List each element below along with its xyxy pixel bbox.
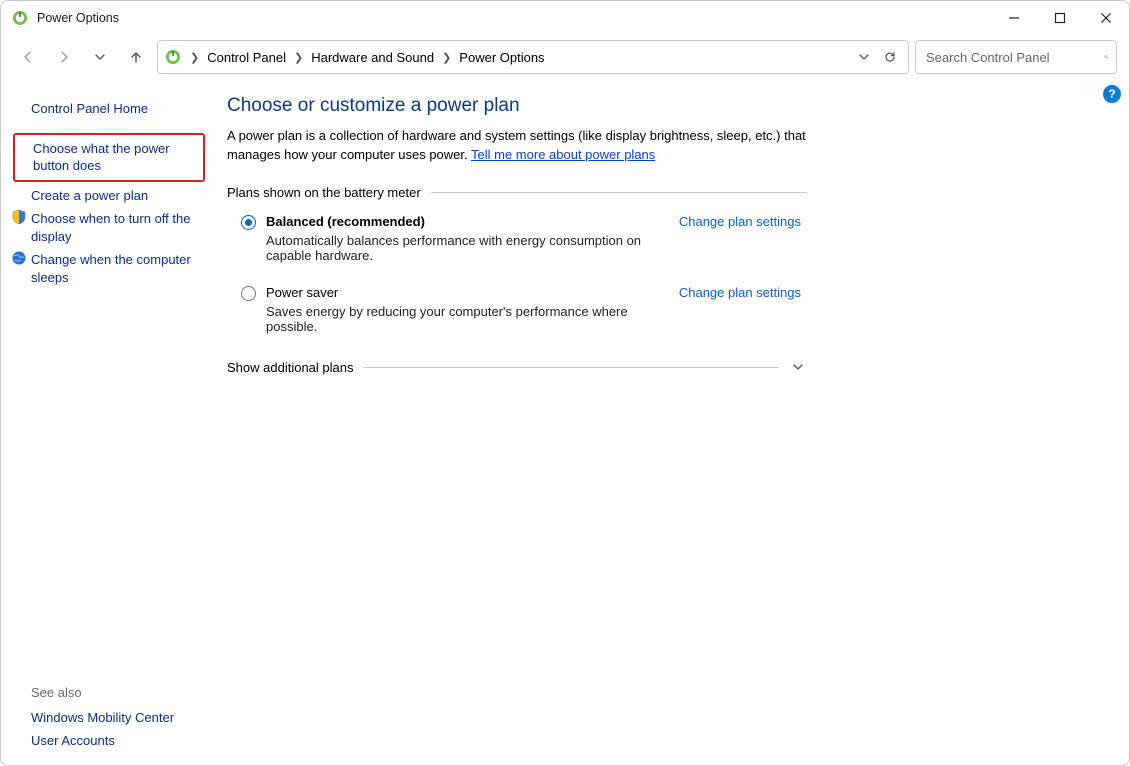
divider [431, 192, 807, 193]
breadcrumb-leaf[interactable]: Power Options [455, 50, 548, 65]
window-controls [991, 1, 1129, 35]
see-also-user-accounts[interactable]: User Accounts [13, 729, 211, 753]
search-box[interactable] [915, 40, 1117, 74]
sidebar-item-label: Change when the computer sleeps [31, 252, 191, 285]
plan-radio-balanced[interactable] [241, 215, 256, 230]
nav-recent-button[interactable] [85, 42, 115, 72]
breadcrumb-mid[interactable]: Hardware and Sound [307, 50, 438, 65]
power-options-icon [164, 48, 182, 66]
change-plan-settings-link[interactable]: Change plan settings [679, 214, 801, 229]
breadcrumb-separator[interactable]: ❯ [440, 51, 453, 64]
plan-name[interactable]: Balanced (recommended) [266, 214, 661, 229]
sidebar-item-label: Choose when to turn off the display [31, 211, 190, 244]
shield-icon [11, 209, 27, 225]
sidebar-home-link[interactable]: Control Panel Home [13, 97, 211, 121]
breadcrumb-separator[interactable]: ❯ [292, 51, 305, 64]
nav-back-button[interactable] [13, 42, 43, 72]
breadcrumb-root[interactable]: Control Panel [203, 50, 290, 65]
address-bar[interactable]: ❯ Control Panel ❯ Hardware and Sound ❯ P… [157, 40, 909, 74]
plan-radio-power-saver[interactable] [241, 286, 256, 301]
divider [363, 367, 779, 368]
plan-description: Saves energy by reducing your computer's… [266, 304, 661, 334]
help-button[interactable]: ? [1103, 85, 1121, 103]
breadcrumb-separator[interactable]: ❯ [188, 51, 201, 64]
change-plan-settings-link[interactable]: Change plan settings [679, 285, 801, 300]
minimize-button[interactable] [991, 1, 1037, 35]
maximize-button[interactable] [1037, 1, 1083, 35]
plans-section-header: Plans shown on the battery meter [227, 185, 807, 200]
power-plan-row: Balanced (recommended) Automatically bal… [241, 214, 801, 263]
address-history-button[interactable] [852, 51, 876, 63]
plan-description: Automatically balances performance with … [266, 233, 661, 263]
plan-name[interactable]: Power saver [266, 285, 661, 300]
search-input[interactable] [924, 49, 1104, 66]
chevron-down-icon [789, 361, 807, 373]
refresh-button[interactable] [878, 51, 902, 63]
toolbar: ❯ Control Panel ❯ Hardware and Sound ❯ P… [1, 35, 1129, 79]
window-title: Power Options [37, 11, 119, 25]
sidebar-item-computer-sleeps[interactable]: Change when the computer sleeps [13, 248, 211, 289]
plans-section-label: Plans shown on the battery meter [227, 185, 421, 200]
sidebar-item-power-button[interactable]: Choose what the power button does [13, 133, 205, 182]
power-plan-row: Power saver Saves energy by reducing you… [241, 285, 801, 334]
power-options-icon [11, 9, 29, 27]
page-title: Choose or customize a power plan [227, 95, 1101, 117]
window-title-bar: Power Options [1, 1, 1129, 35]
close-button[interactable] [1083, 1, 1129, 35]
globe-icon [11, 250, 27, 266]
main-content: ? Choose or customize a power plan A pow… [211, 79, 1129, 765]
intro-text: A power plan is a collection of hardware… [227, 127, 807, 165]
additional-plans-toggle[interactable]: Show additional plans [227, 360, 807, 375]
see-also-heading: See also [13, 681, 211, 706]
additional-plans-label: Show additional plans [227, 360, 353, 375]
sidebar-item-turn-off-display[interactable]: Choose when to turn off the display [13, 207, 211, 248]
nav-forward-button[interactable] [49, 42, 79, 72]
search-icon [1104, 50, 1108, 64]
intro-link[interactable]: Tell me more about power plans [471, 147, 655, 162]
sidebar-item-create-plan[interactable]: Create a power plan [13, 184, 211, 208]
see-also-mobility-center[interactable]: Windows Mobility Center [13, 706, 211, 730]
nav-up-button[interactable] [121, 42, 151, 72]
sidebar: Control Panel Home Choose what the power… [1, 79, 211, 765]
